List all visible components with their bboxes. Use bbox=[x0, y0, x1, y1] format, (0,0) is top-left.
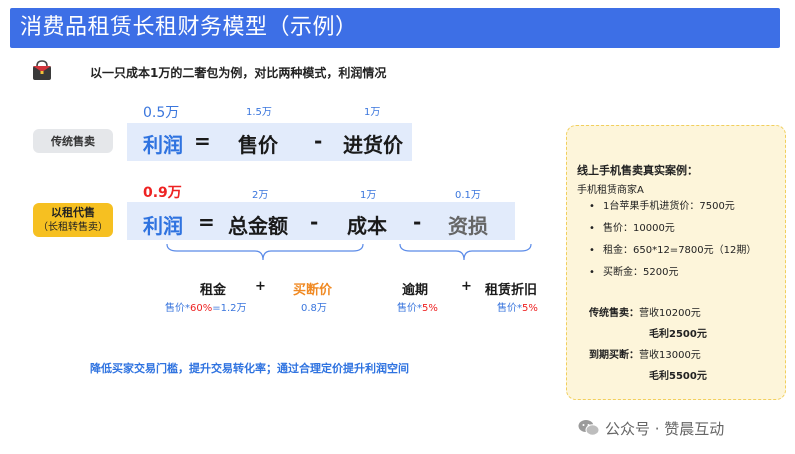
case-traditional-revenue: 营收10200元 bbox=[639, 308, 701, 319]
case-study-box: 线上手机售卖真实案例： 手机租赁商家A 1台苹果手机进货价：7500元 售价：1… bbox=[566, 125, 786, 400]
rent-note-suffix: =1.2万 bbox=[212, 303, 247, 314]
overdue-word: 逾期 bbox=[402, 283, 429, 298]
rental-loss-value: 0.1万 bbox=[455, 190, 481, 201]
rent-word: 租金 bbox=[200, 283, 227, 298]
depreciation-note-percent: 5% bbox=[522, 303, 538, 314]
traditional-cost-value: 1万 bbox=[364, 107, 381, 118]
rental-sale-label-sub: （长租转售卖） bbox=[38, 222, 108, 233]
case-buyout-label: 到期买断： bbox=[589, 350, 639, 361]
wechat-icon bbox=[578, 420, 600, 436]
bottom-note: 降低买家交易门槛，提升交易转化率；通过合理定价提升利润空间 bbox=[90, 362, 409, 375]
rent-note: 售价*60%=1.2万 bbox=[165, 299, 247, 314]
rental-profit-word: 利润 bbox=[143, 214, 183, 238]
rental-minus-1: - bbox=[310, 210, 319, 234]
case-traditional-line: 传统售卖：营收10200元 bbox=[589, 304, 701, 319]
case-buyout-profit: 毛利5500元 bbox=[649, 371, 707, 382]
traditional-sale-label-text: 传统售卖 bbox=[51, 134, 95, 148]
rental-cost-word: 成本 bbox=[347, 214, 387, 238]
handbag-icon bbox=[33, 60, 51, 80]
rental-minus-2: - bbox=[413, 210, 422, 234]
plus-sign-1: + bbox=[255, 279, 266, 294]
case-list-item: 租金：650*12=7800元（12期） bbox=[589, 242, 756, 264]
case-merchant: 手机租赁商家A bbox=[577, 185, 644, 196]
rental-equals: = bbox=[198, 210, 215, 234]
wechat-watermark: 公众号 · 赞晨互动 bbox=[578, 418, 724, 439]
rent-note-prefix: 售价* bbox=[165, 303, 190, 314]
depreciation-word: 租赁折旧 bbox=[485, 283, 538, 298]
case-title: 线上手机售卖真实案例： bbox=[577, 164, 698, 177]
traditional-profit-value: 0.5万 bbox=[143, 105, 180, 121]
title-bar: 消费品租赁长租财务模型（示例） bbox=[10, 8, 780, 48]
rental-sale-label: 以租代售 （长租转售卖） bbox=[33, 203, 113, 237]
rent-note-percent: 60% bbox=[190, 303, 213, 314]
case-list-item: 售价：10000元 bbox=[589, 220, 756, 242]
wechat-watermark-text: 公众号 · 赞晨互动 bbox=[605, 420, 725, 438]
buyout-note: 0.8万 bbox=[301, 303, 327, 314]
case-list: 1台苹果手机进货价：7500元 售价：10000元 租金：650*12=7800… bbox=[589, 198, 756, 286]
case-list-item: 1台苹果手机进货价：7500元 bbox=[589, 198, 756, 220]
page-title: 消费品租赁长租财务模型（示例） bbox=[20, 15, 358, 40]
rental-profit-value: 0.9万 bbox=[143, 185, 182, 201]
traditional-minus: - bbox=[314, 129, 323, 153]
rental-loss-word: 资损 bbox=[448, 214, 488, 238]
case-traditional-profit: 毛利2500元 bbox=[649, 329, 707, 340]
rental-cost-value: 1万 bbox=[360, 190, 377, 201]
depreciation-note: 售价*5% bbox=[497, 299, 538, 314]
traditional-cost-word: 进货价 bbox=[343, 133, 403, 157]
rental-sale-label-text: 以租代售 bbox=[51, 206, 95, 219]
traditional-sale-label: 传统售卖 bbox=[33, 129, 113, 153]
total-amount-brace bbox=[166, 243, 364, 261]
traditional-price-value: 1.5万 bbox=[246, 107, 272, 118]
traditional-price-word: 售价 bbox=[238, 133, 278, 157]
overdue-note: 售价*5% bbox=[397, 299, 438, 314]
plus-sign-2: + bbox=[461, 279, 472, 294]
traditional-profit-word: 利润 bbox=[143, 133, 183, 157]
overdue-note-prefix: 售价* bbox=[397, 303, 422, 314]
case-buyout-revenue: 营收13000元 bbox=[639, 350, 701, 361]
rental-total-word: 总金额 bbox=[228, 214, 288, 238]
case-traditional-label: 传统售卖： bbox=[589, 308, 639, 319]
rental-total-value: 2万 bbox=[252, 190, 269, 201]
intro-text: 以一只成本1万的二奢包为例，对比两种模式，利润情况 bbox=[90, 66, 387, 80]
depreciation-note-prefix: 售价* bbox=[497, 303, 522, 314]
case-list-item: 买断金：5200元 bbox=[589, 264, 756, 286]
loss-brace bbox=[399, 243, 532, 261]
buyout-word: 买断价 bbox=[293, 283, 333, 298]
overdue-note-percent: 5% bbox=[422, 303, 438, 314]
traditional-equals: = bbox=[194, 129, 211, 153]
case-buyout-line: 到期买断：营收13000元 bbox=[589, 346, 701, 361]
